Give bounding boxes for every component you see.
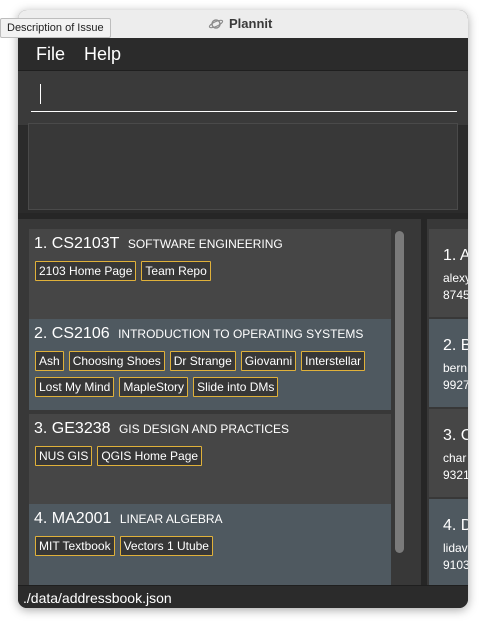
tooltip: Description of Issue (0, 18, 111, 38)
module-link-tag[interactable]: Dr Strange (169, 351, 236, 371)
person-card[interactable]: 2. B bern 9927 (429, 319, 468, 407)
person-index: 2. B (443, 337, 468, 354)
module-link-tag[interactable]: Giovanni (240, 351, 297, 371)
module-link-tag[interactable]: Interstellar (301, 351, 366, 371)
module-code: CS2106 (51, 325, 110, 342)
module-link-tag[interactable]: NUS GIS (35, 446, 93, 466)
module-index: 1. (34, 235, 48, 252)
command-input[interactable] (31, 79, 457, 112)
module-card[interactable]: 2. CS2106 INTRODUCTION TO OPERATING SYST… (29, 319, 391, 410)
module-card[interactable]: 3. GE3238 GIS DESIGN AND PRACTICES NUS G… (29, 414, 391, 505)
person-index: 1. A (443, 247, 468, 264)
status-bar: ./data/addressbook.json (18, 585, 468, 608)
module-tags: NUS GIS QGIS Home Page (35, 446, 391, 472)
person-email: bern (443, 361, 468, 375)
module-link-tag[interactable]: 2103 Home Page (35, 261, 137, 281)
person-card[interactable]: 4. D lidav 9103 (429, 499, 468, 585)
module-link-tag[interactable]: Lost My Mind (35, 377, 115, 397)
module-name: SOFTWARE ENGINEERING (127, 237, 283, 251)
module-link-tag[interactable]: QGIS Home Page (97, 446, 203, 466)
window-title-text: Plannit (229, 16, 273, 31)
app-window: Plannit File Help 1. CS2103T SOFTWARE EN… (18, 10, 468, 608)
menu-file[interactable]: File (36, 44, 65, 65)
module-link-tag[interactable]: Team Repo (141, 261, 211, 281)
module-link-tag[interactable]: MapleStory (119, 377, 189, 397)
module-code: CS2103T (51, 235, 120, 252)
menu-bar: File Help (18, 38, 468, 71)
module-list-scrollbar[interactable] (395, 231, 404, 553)
module-link-tag[interactable]: Vectors 1 Utube (119, 536, 213, 556)
module-card[interactable]: 4. MA2001 LINEAR ALGEBRA MIT Textbook Vec… (29, 504, 391, 595)
module-link-tag[interactable]: Ash (35, 351, 64, 371)
person-phone: 9103 (443, 558, 468, 572)
module-card[interactable]: 1. CS2103T SOFTWARE ENGINEERING 2103 Hom… (29, 229, 391, 320)
module-code: MA2001 (51, 510, 112, 527)
module-tags: Ash Choosing Shoes Dr Strange Giovanni Inter… (35, 351, 391, 403)
person-index: 4. D (443, 517, 468, 534)
module-index: 2. (34, 325, 48, 342)
person-card[interactable]: 1. A alexy 8745 (429, 229, 468, 317)
module-header: 2. CS2106 INTRODUCTION TO OPERATING SYST… (34, 325, 363, 343)
person-phone: 9321 (443, 468, 468, 482)
module-header: 1. CS2103T SOFTWARE ENGINEERING (34, 235, 283, 253)
person-card[interactable]: 3. C char 9321 (429, 409, 468, 497)
person-phone: 9927 (443, 378, 468, 392)
module-header: 3. GE3238 GIS DESIGN AND PRACTICES (34, 420, 289, 438)
module-link-tag[interactable]: Choosing Shoes (68, 351, 165, 371)
menu-help[interactable]: Help (84, 44, 121, 65)
result-display-container (18, 116, 468, 212)
person-email: lidav (443, 541, 468, 555)
module-list-panel: 1. CS2103T SOFTWARE ENGINEERING 2103 Hom… (18, 219, 421, 595)
module-header: 4. MA2001 LINEAR ALGEBRA (34, 510, 223, 528)
save-location-path: ./data/addressbook.json (23, 590, 172, 606)
person-phone: 8745 (443, 288, 468, 302)
person-email: alexy (443, 271, 468, 285)
text-caret (40, 84, 41, 104)
module-tags: 2103 Home Page Team Repo (35, 261, 391, 287)
planet-icon (208, 18, 224, 29)
module-link-tag[interactable]: MIT Textbook (35, 536, 115, 556)
module-name: LINEAR ALGEBRA (119, 512, 223, 526)
module-link-tag[interactable]: Slide into DMs (193, 377, 279, 397)
result-display[interactable] (28, 123, 458, 210)
module-tags: MIT Textbook Vectors 1 Utube (35, 536, 391, 562)
person-index: 3. C (443, 427, 468, 444)
module-code: GE3238 (51, 420, 111, 437)
window-title: Plannit (208, 16, 272, 31)
module-index: 4. (34, 510, 48, 527)
module-name: INTRODUCTION TO OPERATING SYSTEMS (118, 327, 364, 341)
module-index: 3. (34, 420, 48, 437)
person-email: char (443, 451, 467, 465)
module-name: GIS DESIGN AND PRACTICES (118, 422, 290, 436)
person-list-panel: 1. A alexy 8745 2. B bern 9927 3. C char… (427, 219, 468, 585)
